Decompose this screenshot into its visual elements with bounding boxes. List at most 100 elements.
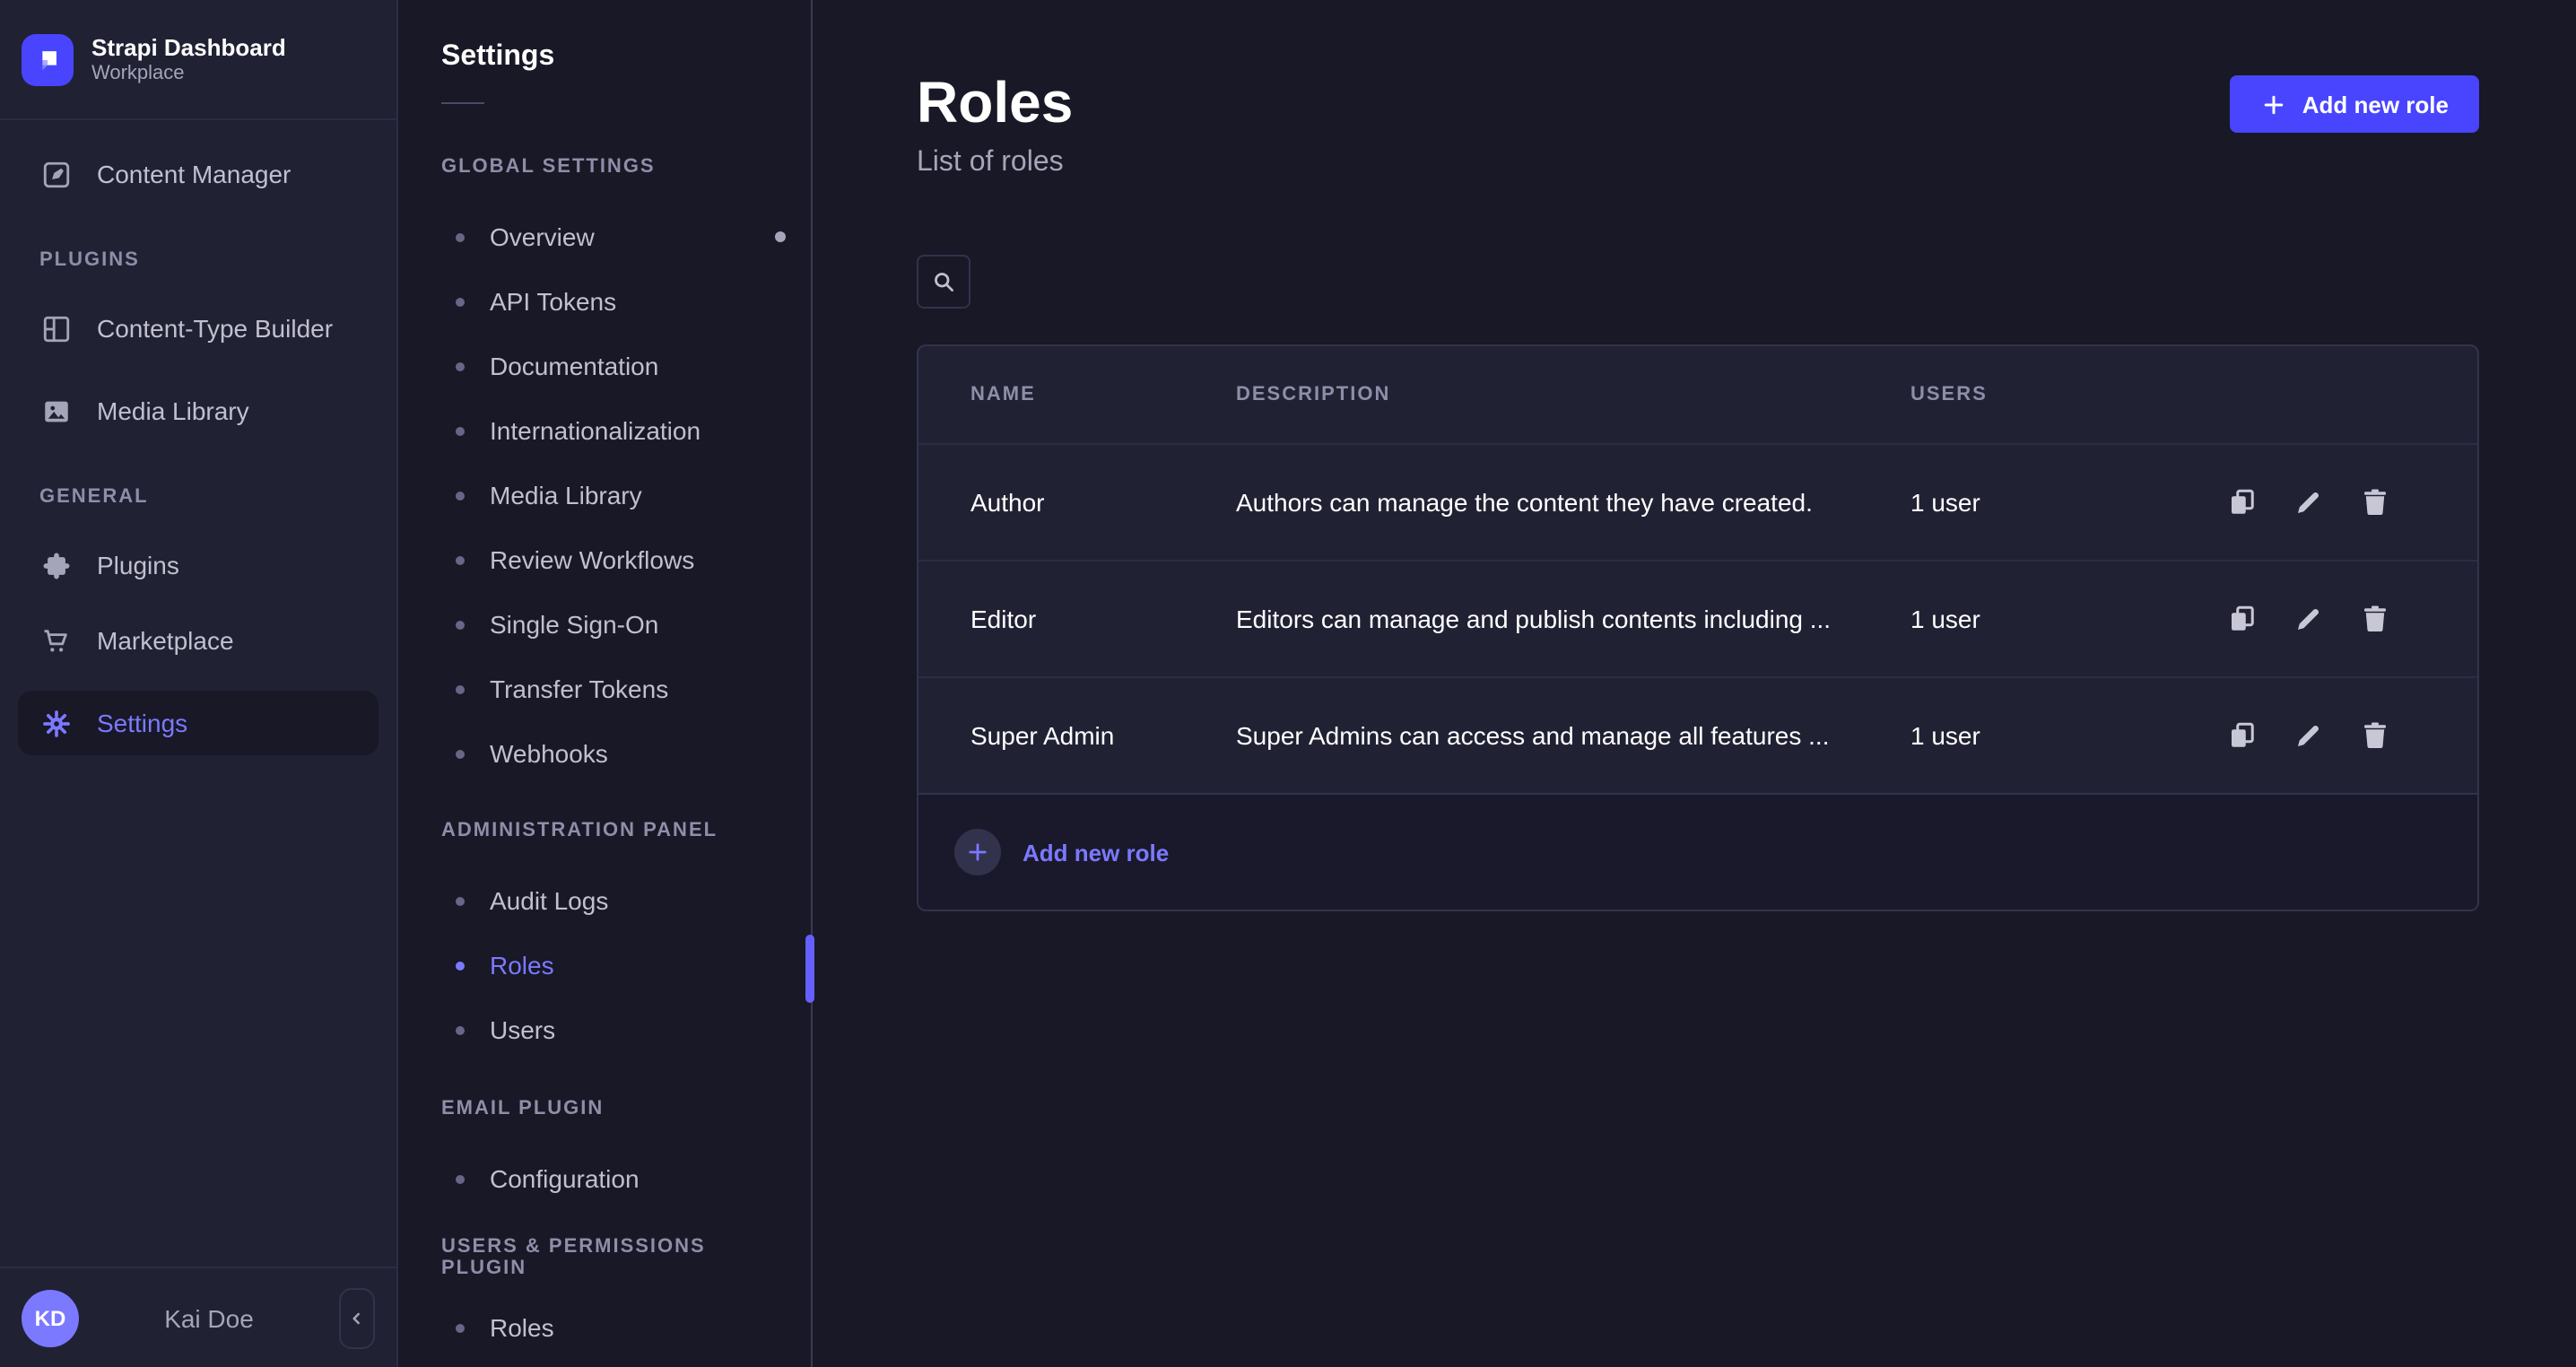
nav-section-plugins: PLUGINS xyxy=(18,246,379,274)
nav-item-content-manager[interactable]: Content Manager xyxy=(18,142,379,206)
subnav-item-users[interactable]: Users xyxy=(398,997,811,1062)
subnav-item-label: Webhooks xyxy=(490,739,608,768)
subnav-divider xyxy=(441,102,484,104)
column-header-description: DESCRIPTION xyxy=(1236,384,1910,405)
nav-item-content-type-builder[interactable]: Content-Type Builder xyxy=(18,296,379,361)
duplicate-icon[interactable] xyxy=(2226,603,2258,635)
duplicate-icon[interactable] xyxy=(2226,486,2258,518)
subnav-item-audit-logs[interactable]: Audit Logs xyxy=(398,868,811,933)
gear-icon xyxy=(39,707,72,739)
column-header-name: NAME xyxy=(970,384,1236,405)
subnav-item-label: Roles xyxy=(490,1313,554,1342)
plus-icon xyxy=(2261,91,2288,118)
brand-subtitle: Workplace xyxy=(91,62,286,85)
subnav-item-label: Roles xyxy=(490,951,554,980)
table-row-author[interactable]: Author Authors can manage the content th… xyxy=(918,443,2477,560)
subnav-item-media-library[interactable]: Media Library xyxy=(398,463,811,527)
page-subtitle: List of roles xyxy=(917,145,2479,181)
subnav-item-label: Internationalization xyxy=(490,416,701,445)
nav-item-label: Settings xyxy=(97,709,187,737)
cell-description: Super Admins can access and manage all f… xyxy=(1236,721,1910,750)
search-icon xyxy=(931,269,956,294)
row-actions xyxy=(2172,486,2477,518)
delete-icon[interactable] xyxy=(2359,719,2391,752)
subnav-item-internationalization[interactable]: Internationalization xyxy=(398,398,811,463)
nav-item-label: Content-Type Builder xyxy=(97,314,333,343)
nav-item-label: Plugins xyxy=(97,551,179,579)
subnav-item-label: Audit Logs xyxy=(490,886,608,915)
footer-add-role-label: Add new role xyxy=(1023,839,1169,866)
brand-text: Strapi Dashboard Workplace xyxy=(91,33,286,85)
nav-section-general: GENERAL xyxy=(18,483,379,511)
main-content: Roles List of roles Add new role NAME DE… xyxy=(813,0,2576,1367)
main-nav: Strapi Dashboard Workplace Content Manag… xyxy=(0,0,398,1367)
table-footer-add-role[interactable]: Add new role xyxy=(918,793,2477,910)
cart-icon xyxy=(39,624,72,657)
edit-icon[interactable] xyxy=(2293,486,2325,518)
subnav-scrollbar-thumb[interactable] xyxy=(805,935,814,1003)
nav-item-marketplace[interactable]: Marketplace xyxy=(18,608,379,673)
subnav-item-overview[interactable]: Overview xyxy=(398,205,811,269)
strapi-logo-icon xyxy=(22,33,74,85)
subnav-item-documentation[interactable]: Documentation xyxy=(398,334,811,398)
table-header-row: NAME DESCRIPTION USERS xyxy=(918,346,2477,443)
add-new-role-button[interactable]: Add new role xyxy=(2231,75,2479,133)
subnav-item-label: Users xyxy=(490,1015,555,1044)
subnav-item-api-tokens[interactable]: API Tokens xyxy=(398,269,811,334)
cell-name: Author xyxy=(970,488,1236,517)
subnav-item-label: Documentation xyxy=(490,352,658,380)
strapi-admin-app: Strapi Dashboard Workplace Content Manag… xyxy=(0,0,2576,1367)
search-button[interactable] xyxy=(917,255,970,309)
main-nav-list: Content Manager PLUGINS Content-Type Bui… xyxy=(0,120,396,1267)
layout-icon xyxy=(39,312,72,344)
subnav-title: Settings xyxy=(398,39,811,75)
cell-description: Authors can manage the content they have… xyxy=(1236,488,1910,517)
subnav-item-label: Review Workflows xyxy=(490,545,694,574)
subnav-item-transfer-tokens[interactable]: Transfer Tokens xyxy=(398,657,811,721)
subnav-item-single-sign-on[interactable]: Single Sign-On xyxy=(398,592,811,657)
subnav-item-review-workflows[interactable]: Review Workflows xyxy=(398,527,811,592)
plus-icon xyxy=(954,829,1001,875)
subnav-section-users-permissions-plugin: USERS & PERMISSIONS PLUGIN xyxy=(398,1243,811,1272)
subnav-item-roles[interactable]: Roles xyxy=(398,933,811,997)
nav-item-settings[interactable]: Settings xyxy=(18,691,379,755)
row-actions xyxy=(2172,603,2477,635)
settings-subnav: Settings GLOBAL SETTINGS Overview API To… xyxy=(398,0,813,1367)
cell-name: Super Admin xyxy=(970,721,1236,750)
nav-item-media-library[interactable]: Media Library xyxy=(18,379,379,443)
nav-item-label: Marketplace xyxy=(97,626,234,655)
nav-item-label: Media Library xyxy=(97,396,249,425)
subnav-item-label: API Tokens xyxy=(490,287,616,316)
subnav-item-label: Transfer Tokens xyxy=(490,675,668,703)
subnav-section-email-plugin: EMAIL PLUGIN xyxy=(398,1094,811,1123)
delete-icon[interactable] xyxy=(2359,603,2391,635)
screen: Strapi Dashboard Workplace Content Manag… xyxy=(0,0,2576,1367)
subnav-item-webhooks[interactable]: Webhooks xyxy=(398,721,811,786)
cell-users: 1 user xyxy=(1910,488,2172,517)
edit-icon[interactable] xyxy=(2293,719,2325,752)
column-header-users: USERS xyxy=(1910,384,2172,405)
table-row-editor[interactable]: Editor Editors can manage and publish co… xyxy=(918,560,2477,676)
subnav-item-label: Media Library xyxy=(490,481,642,509)
chevron-left-icon xyxy=(348,1309,366,1327)
avatar[interactable]: KD xyxy=(22,1289,79,1346)
row-actions xyxy=(2172,719,2477,752)
picture-icon xyxy=(39,395,72,427)
table-row-super-admin[interactable]: Super Admin Super Admins can access and … xyxy=(918,676,2477,793)
add-new-role-label: Add new role xyxy=(2302,91,2449,118)
duplicate-icon[interactable] xyxy=(2226,719,2258,752)
delete-icon[interactable] xyxy=(2359,486,2391,518)
pen-square-icon xyxy=(39,158,72,190)
cell-description: Editors can manage and publish contents … xyxy=(1236,605,1910,633)
subnav-section-administration-panel: ADMINISTRATION PANEL xyxy=(398,816,811,845)
subnav-item-roles-up[interactable]: Roles xyxy=(398,1295,811,1360)
subnav-item-configuration[interactable]: Configuration xyxy=(398,1146,811,1211)
user-name: Kai Doe xyxy=(79,1303,339,1332)
brand-title: Strapi Dashboard xyxy=(91,33,286,62)
subnav-section-global-settings: GLOBAL SETTINGS xyxy=(398,152,811,181)
collapse-nav-button[interactable] xyxy=(339,1287,375,1348)
subnav-item-label: Configuration xyxy=(490,1164,640,1193)
brand: Strapi Dashboard Workplace xyxy=(0,0,396,120)
edit-icon[interactable] xyxy=(2293,603,2325,635)
nav-item-plugins[interactable]: Plugins xyxy=(18,533,379,597)
